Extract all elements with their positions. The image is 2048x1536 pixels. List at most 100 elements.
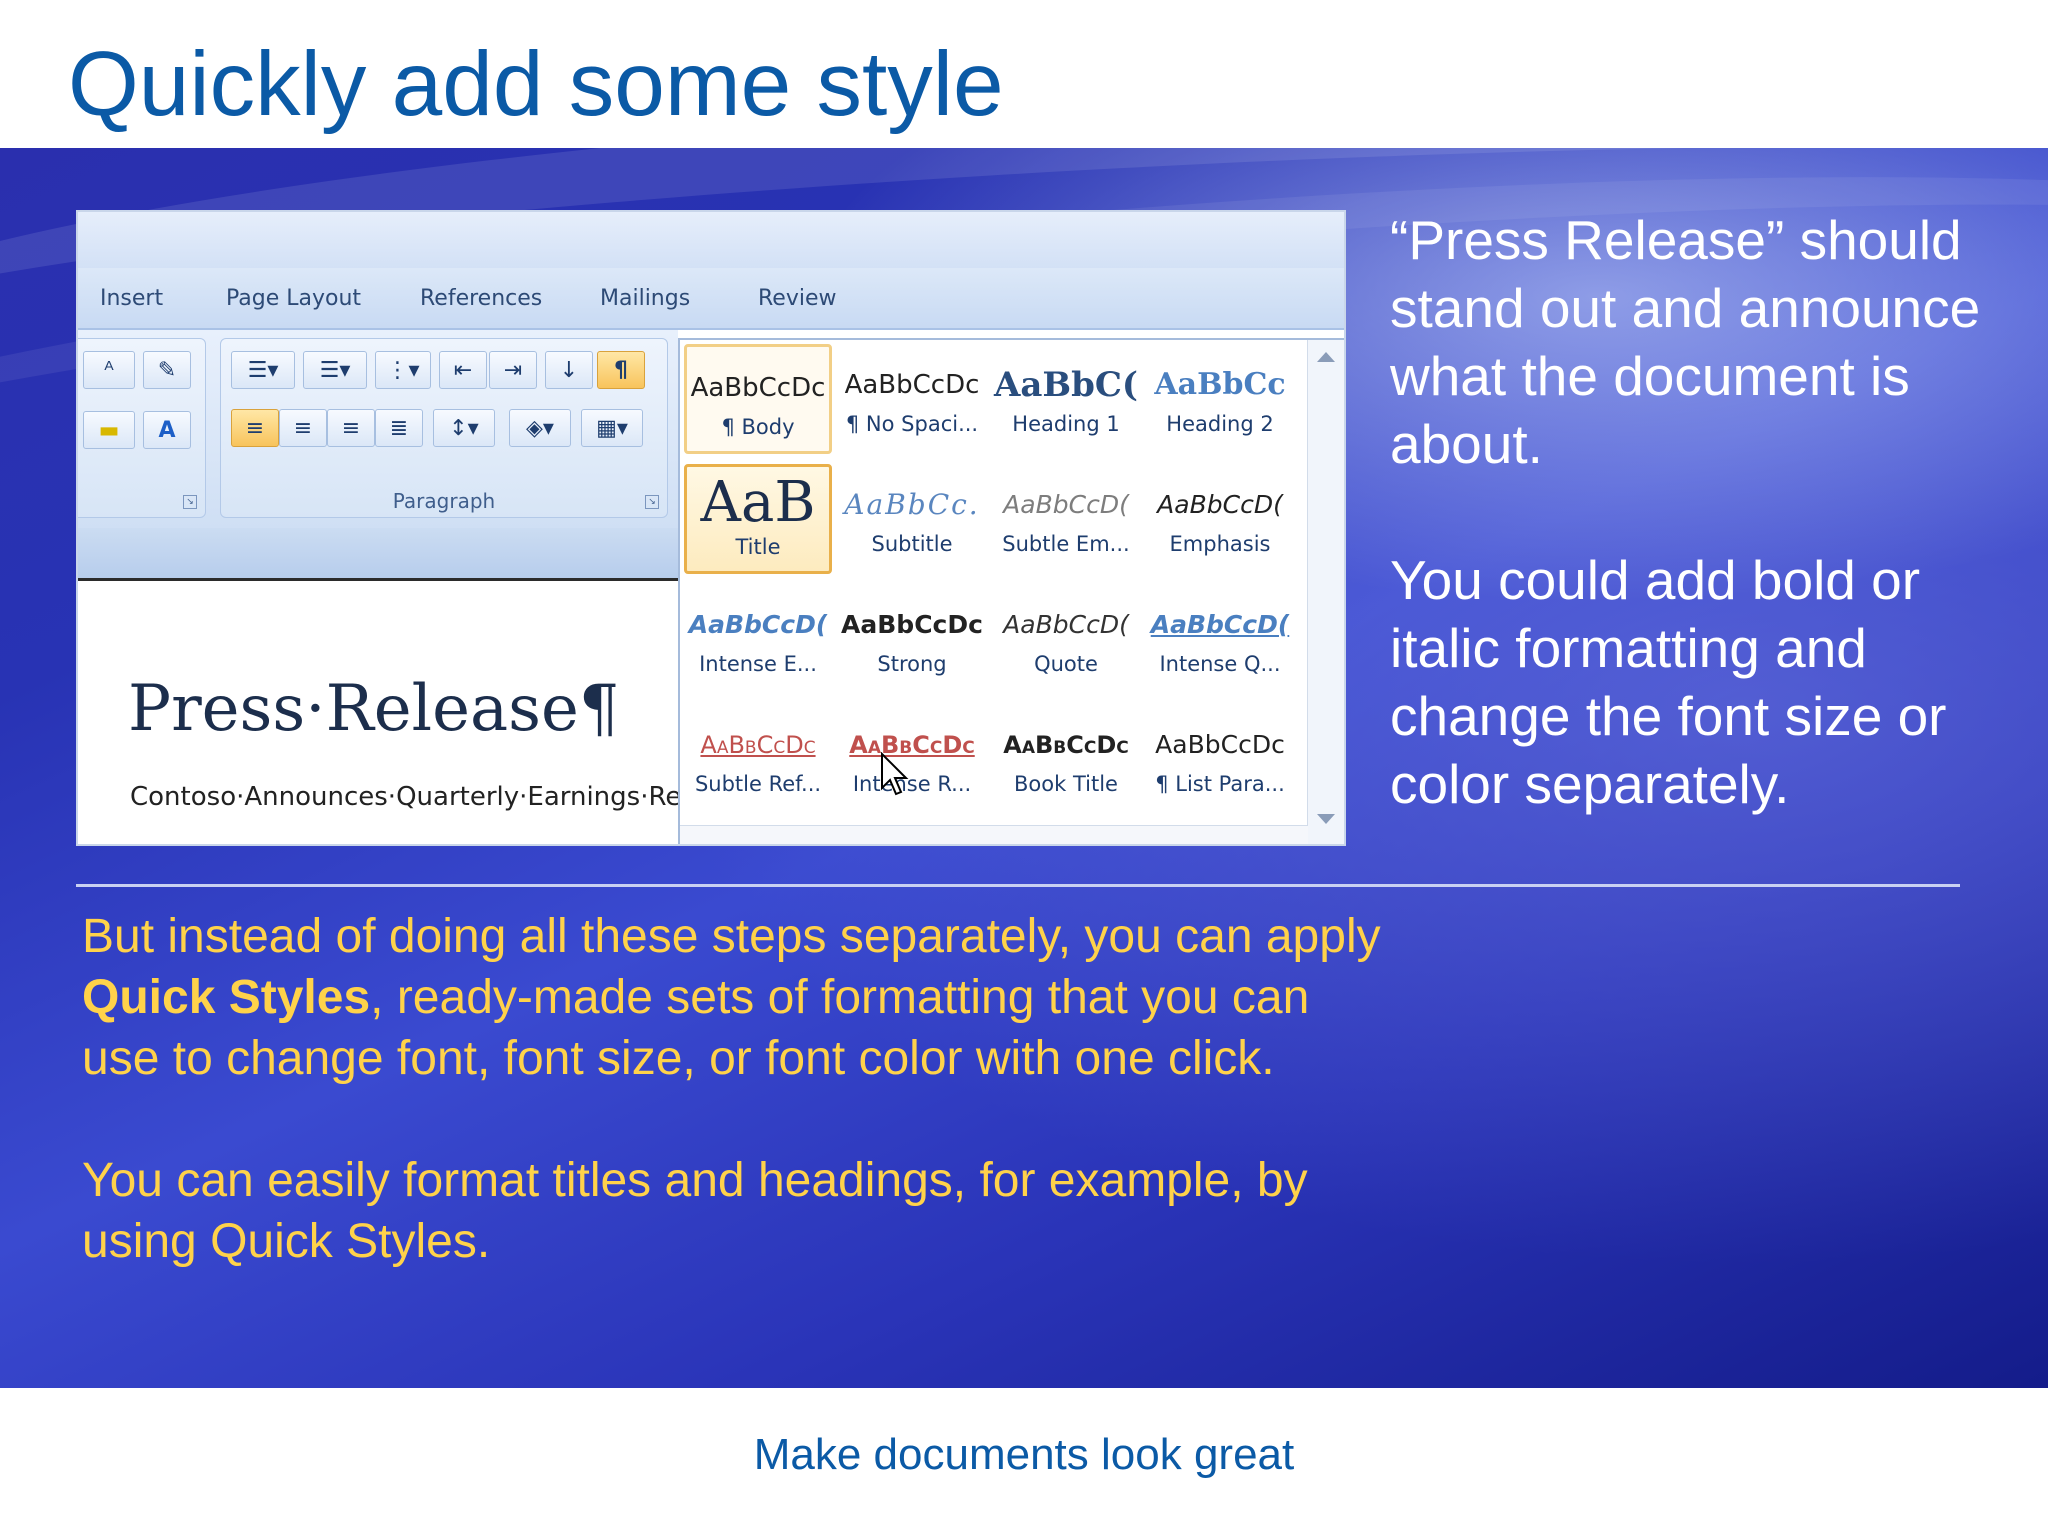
tab-page-layout[interactable]: Page Layout [226, 286, 361, 311]
style-name: Intense R... [852, 772, 972, 796]
tab-insert[interactable]: Insert [100, 286, 163, 311]
justify-icon[interactable]: ≣ [375, 409, 423, 447]
tab-mailings[interactable]: Mailings [600, 286, 690, 311]
style-name: ¶ Body [721, 415, 795, 439]
style-name: Title [735, 535, 781, 559]
style-subtle-reference[interactable]: AaBbCcDc Subtle Ref... [684, 704, 832, 814]
style-name: Book Title [1014, 772, 1118, 796]
style-name: Intense E... [699, 652, 817, 676]
style-heading-2[interactable]: AaBbCc Heading 2 [1146, 344, 1294, 454]
body-text-span: But instead of doing all these steps sep… [82, 910, 1381, 963]
style-name: Strong [877, 652, 947, 676]
style-sample: AaBbCcDc [690, 373, 826, 403]
sort-icon[interactable]: ↓ [545, 351, 593, 389]
style-sample: AaBbCcD( [688, 610, 828, 639]
highlight-icon[interactable]: ▬ [83, 411, 135, 449]
style-sample: AaBbCcDc [841, 610, 983, 639]
body-paragraph-2: You can easily format titles and heading… [82, 1154, 1308, 1268]
clear-format-icon[interactable]: ✎ [143, 351, 191, 389]
style-quote[interactable]: AaBbCcD( Quote [992, 584, 1140, 694]
content-band: Insert Page Layout References Mailings R… [0, 148, 2048, 1388]
ribbon-tabs: Insert Page Layout References Mailings R… [78, 268, 1344, 330]
paragraph-group-label: Paragraph [392, 489, 496, 513]
ribbon-home: ᴬ ✎ ▬ A ↘ ☰▾ ☰▾ ⋮▾ ⇤ ⇥ ↓ ¶ ≡ ≡ ≡ ≣ ↕▾ ◈▾… [78, 330, 678, 528]
ribbon-bottom-edge [78, 528, 678, 581]
style-strong[interactable]: AaBbCcDc Strong [838, 584, 986, 694]
quick-styles-gallery: AaBbCcDc ¶ Body AaBbCcDc ¶ No Spaci... A… [678, 338, 1344, 844]
style-sample: AaBbCcDc [1155, 730, 1285, 759]
style-body[interactable]: AaBbCcDc ¶ Body [684, 344, 832, 454]
style-name: Heading 1 [1012, 412, 1120, 436]
quick-styles-bold: Quick Styles [82, 971, 371, 1024]
style-sample: AaBbCcDc [849, 731, 975, 759]
side-explanation: “Press Release” should stand out and ann… [1390, 206, 1990, 886]
document-title: Press·Release¶ [128, 672, 620, 746]
style-sample: AaBbCc. [844, 488, 980, 521]
style-name: Heading 2 [1166, 412, 1274, 436]
style-name: Intense Q... [1159, 652, 1281, 676]
style-list-paragraph[interactable]: AaBbCcDc ¶ List Para... [1146, 704, 1294, 814]
align-left-icon[interactable]: ≡ [231, 409, 279, 447]
style-name: Subtitle [871, 532, 953, 556]
divider-line [76, 884, 1960, 887]
slide-footer: Make documents look great [753, 1430, 1295, 1479]
style-sample: AaBbCcDc [1003, 731, 1129, 759]
style-title[interactable]: AaB Title [684, 464, 832, 574]
increase-indent-icon[interactable]: ⇥ [489, 351, 537, 389]
paragraph-dialog-launcher-icon[interactable]: ↘ [645, 495, 659, 509]
style-no-spacing[interactable]: AaBbCcDc ¶ No Spaci... [838, 344, 986, 454]
mouse-pointer-icon [881, 752, 909, 796]
font-color-icon[interactable]: A [143, 411, 191, 449]
style-sample: AaBbCcDc [700, 731, 816, 759]
style-intense-emphasis[interactable]: AaBbCcD( Intense E... [684, 584, 832, 694]
slide-title: Quickly add some style [68, 34, 1004, 135]
style-sample: AaBbCcD( [1150, 610, 1290, 639]
style-heading-1[interactable]: AaBbC( Heading 1 [992, 344, 1140, 454]
side-paragraph-1: “Press Release” should stand out and ann… [1390, 209, 1981, 475]
style-sample: AaBbCc [1154, 367, 1286, 402]
gallery-scrollbar[interactable] [1307, 340, 1344, 844]
style-sample: AaB [700, 471, 816, 535]
gallery-footer [680, 825, 1308, 844]
shrink-font-button[interactable]: ᴬ [83, 351, 135, 389]
style-sample: AaBbCcD( [1157, 490, 1283, 519]
scroll-up-icon[interactable] [1317, 352, 1335, 362]
shading-icon[interactable]: ◈▾ [509, 409, 571, 447]
tab-references[interactable]: References [420, 286, 542, 311]
word-screenshot: Insert Page Layout References Mailings R… [76, 210, 1346, 846]
style-subtitle[interactable]: AaBbCc. Subtitle [838, 464, 986, 574]
style-name: Subtle Em... [1002, 532, 1130, 556]
numbering-icon[interactable]: ☰▾ [303, 351, 367, 389]
line-spacing-icon[interactable]: ↕▾ [433, 409, 495, 447]
scroll-down-icon[interactable] [1317, 814, 1335, 824]
style-name: Quote [1034, 652, 1098, 676]
style-book-title[interactable]: AaBbCcDc Book Title [992, 704, 1140, 814]
style-name: Emphasis [1169, 532, 1271, 556]
font-group: ᴬ ✎ ▬ A ↘ [78, 338, 206, 518]
style-intense-quote[interactable]: AaBbCcD( Intense Q... [1146, 584, 1294, 694]
style-intense-reference[interactable]: AaBbCcDc Intense R... [838, 704, 986, 814]
window-titlebar [78, 212, 1344, 268]
borders-icon[interactable]: ▦▾ [581, 409, 643, 447]
decrease-indent-icon[interactable]: ⇤ [439, 351, 487, 389]
style-subtle-emphasis[interactable]: AaBbCcD( Subtle Em... [992, 464, 1140, 574]
multilevel-list-icon[interactable]: ⋮▾ [375, 351, 431, 389]
style-name: ¶ No Spaci... [845, 412, 979, 436]
document-subtitle: Contoso·Announces·Quarterly·Earnings·Res [130, 782, 695, 812]
style-emphasis[interactable]: AaBbCcD( Emphasis [1146, 464, 1294, 574]
body-text: But instead of doing all these steps sep… [82, 906, 1382, 1333]
tab-review[interactable]: Review [758, 286, 837, 311]
align-right-icon[interactable]: ≡ [327, 409, 375, 447]
align-center-icon[interactable]: ≡ [279, 409, 327, 447]
style-name: Subtle Ref... [694, 772, 822, 796]
bullets-icon[interactable]: ☰▾ [231, 351, 295, 389]
side-paragraph-2: You could add bold or italic formatting … [1390, 549, 1947, 815]
style-sample: AaBbCcDc [844, 370, 980, 400]
body-paragraph-1: But instead of doing all these steps sep… [82, 906, 1382, 1089]
style-sample: AaBbCcD( [1003, 490, 1129, 519]
style-sample: AaBbCcD( [1003, 610, 1129, 639]
style-sample: AaBbC( [993, 365, 1139, 405]
font-dialog-launcher-icon[interactable]: ↘ [183, 495, 197, 509]
show-formatting-icon[interactable]: ¶ [597, 351, 645, 389]
paragraph-group: ☰▾ ☰▾ ⋮▾ ⇤ ⇥ ↓ ¶ ≡ ≡ ≡ ≣ ↕▾ ◈▾ ▦▾ Paragr… [220, 338, 668, 518]
